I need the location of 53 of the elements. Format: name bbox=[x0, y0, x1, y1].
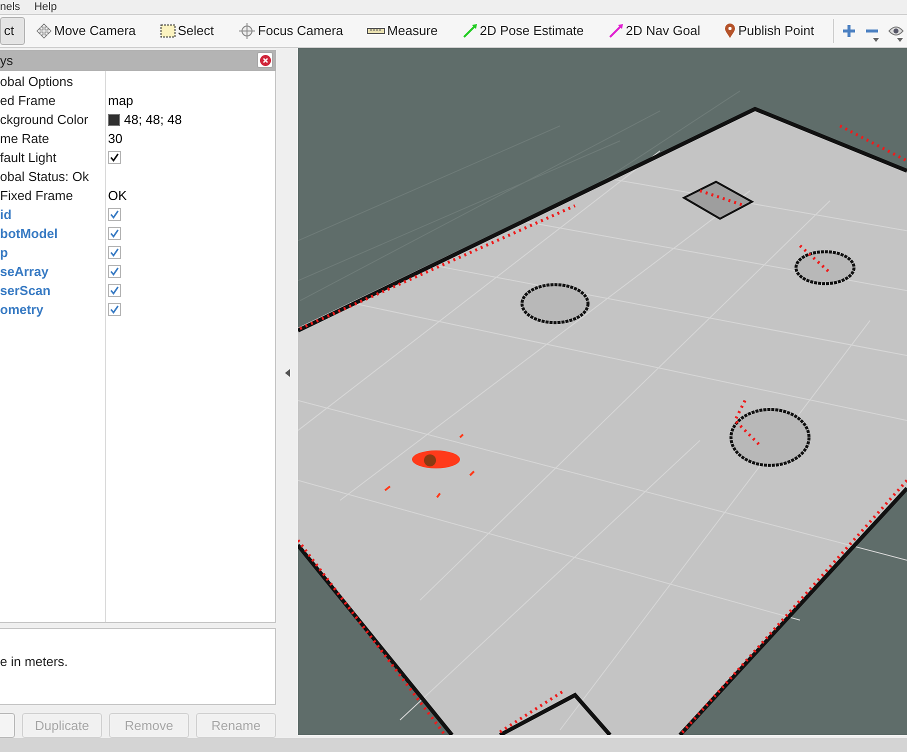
tool-button[interactable]: 2D Nav Goal bbox=[602, 17, 706, 45]
property-value: OK bbox=[108, 186, 127, 205]
pose-arrow-icon bbox=[462, 23, 478, 39]
tool-button[interactable]: ct bbox=[0, 17, 26, 45]
move-arrows-icon bbox=[36, 23, 52, 39]
tool-button[interactable]: Move Camera bbox=[31, 17, 141, 45]
property-name[interactable]: ed Frame bbox=[0, 90, 106, 110]
display-name[interactable]: id bbox=[0, 204, 106, 224]
property-value: 48; 48; 48 bbox=[124, 110, 182, 129]
checkmark-icon bbox=[110, 153, 119, 162]
checkbox[interactable] bbox=[108, 151, 121, 164]
tool-button[interactable]: Measure bbox=[362, 17, 443, 45]
display-name[interactable]: seArray bbox=[0, 262, 106, 282]
property-name[interactable]: Fixed Frame bbox=[0, 186, 106, 206]
property-value: 30 bbox=[108, 130, 122, 148]
display-name[interactable]: ometry bbox=[0, 300, 106, 320]
property-value: map bbox=[108, 92, 134, 110]
display-name[interactable]: p bbox=[0, 242, 106, 262]
checkbox[interactable] bbox=[108, 208, 121, 222]
tool-button[interactable]: Select bbox=[154, 17, 219, 45]
panel-title: ys bbox=[0, 52, 13, 70]
tool-button[interactable]: Publish Point bbox=[719, 17, 820, 45]
property-name[interactable]: fault Light bbox=[0, 148, 106, 168]
menu-item[interactable]: Help bbox=[34, 0, 57, 14]
checkbox[interactable] bbox=[108, 227, 121, 240]
obstacle-outline bbox=[520, 283, 590, 324]
collapse-arrow-icon[interactable] bbox=[284, 369, 290, 377]
goal-arrow-icon bbox=[608, 23, 624, 39]
ruler-icon bbox=[367, 27, 386, 35]
crosshair-icon bbox=[238, 22, 256, 40]
close-icon bbox=[260, 54, 270, 66]
menu-item[interactable]: nels bbox=[0, 0, 20, 14]
display-name[interactable]: serScan bbox=[0, 280, 106, 300]
property-name[interactable]: obal Options bbox=[0, 72, 106, 92]
selection-box-icon bbox=[160, 24, 176, 38]
plus-icon bbox=[842, 24, 856, 38]
close-button[interactable] bbox=[257, 52, 273, 68]
tool-button[interactable]: 2D Pose Estimate bbox=[456, 17, 589, 45]
tool-button[interactable]: Focus Camera bbox=[232, 17, 348, 45]
checkbox[interactable] bbox=[108, 303, 121, 316]
checkbox[interactable] bbox=[108, 246, 121, 260]
checkbox[interactable] bbox=[108, 284, 121, 298]
dropdown-caret-icon bbox=[896, 38, 903, 42]
dropdown-caret-icon bbox=[873, 38, 880, 42]
property-name[interactable]: ckground Color bbox=[0, 110, 106, 130]
obstacle-outline bbox=[794, 250, 856, 286]
checkbox[interactable] bbox=[108, 265, 121, 278]
property-name[interactable]: me Rate bbox=[0, 128, 106, 148]
description-text: e in meters. bbox=[0, 652, 68, 671]
map-pin-icon bbox=[724, 23, 736, 39]
eye-icon bbox=[888, 25, 904, 37]
property-name[interactable]: obal Status: Ok bbox=[0, 166, 106, 186]
display-name[interactable]: botModel bbox=[0, 224, 106, 244]
